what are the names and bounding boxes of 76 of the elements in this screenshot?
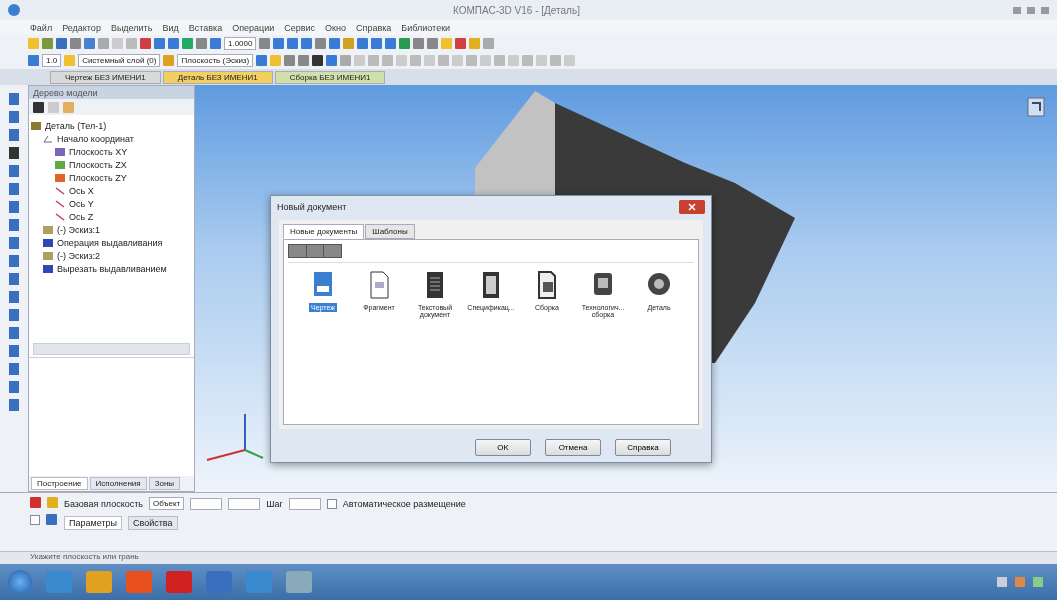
window-title: КОМПАС-3D V16 - [Деталь] <box>453 4 580 16</box>
taskbar-app-icon[interactable] <box>166 571 192 593</box>
sketch-icon <box>43 225 53 234</box>
menu-item[interactable]: Сервис <box>284 22 316 33</box>
operation-icon <box>43 264 53 273</box>
close-icon[interactable] <box>679 200 705 214</box>
start-button[interactable] <box>8 570 32 594</box>
menu-item[interactable]: Файл <box>30 22 53 33</box>
maximize-icon[interactable] <box>1027 6 1035 14</box>
tree-item[interactable]: Ось X <box>69 185 94 196</box>
tree-item[interactable]: (-) Эскиз:1 <box>57 224 101 235</box>
menu-item[interactable]: Библиотеки <box>401 22 451 33</box>
taskbar-app-icon[interactable] <box>246 571 272 593</box>
operation-icon <box>43 238 53 247</box>
view-cube-icon[interactable] <box>1027 97 1045 117</box>
taskbar-app-icon[interactable] <box>86 571 112 593</box>
object-field[interactable]: Объект <box>149 497 185 510</box>
document-tab[interactable]: Сборка БЕЗ ИМЕНИ1 <box>274 71 386 84</box>
tree-item[interactable]: Плоскость XY <box>69 146 128 157</box>
tree-item[interactable]: (-) Эскиз:2 <box>57 250 101 261</box>
tree-item[interactable]: Вырезать выдавливанием <box>57 263 167 274</box>
checkbox[interactable] <box>326 498 337 509</box>
taskbar-app-icon[interactable] <box>206 571 232 593</box>
menu-item[interactable]: Операции <box>232 22 275 33</box>
menu-item[interactable]: Окно <box>325 22 347 33</box>
close-icon[interactable] <box>1041 6 1049 14</box>
auto-placement-label: Автоматическое размещение <box>342 498 466 509</box>
dialog-tab[interactable]: Новые документы <box>283 224 365 239</box>
panel-title: Дерево модели <box>33 87 98 98</box>
checkbox[interactable] <box>30 514 40 525</box>
menu-item[interactable]: Вставка <box>188 22 223 33</box>
axis-triad-icon <box>205 412 265 462</box>
taskbar-app-icon[interactable] <box>126 571 152 593</box>
taskbar-app-icon[interactable] <box>46 571 72 593</box>
panel-tab[interactable]: Построение <box>31 477 88 490</box>
properties-tab[interactable]: Свойства <box>128 516 178 530</box>
dialog-title: Новый документ <box>277 202 347 212</box>
menu-item[interactable]: Выделить <box>110 22 153 33</box>
dialog-tab[interactable]: Шаблоны <box>365 224 415 239</box>
tree-item[interactable]: Ось Y <box>69 198 94 209</box>
tree-item[interactable]: Деталь (Тел-1) <box>45 120 107 131</box>
scrollbar[interactable] <box>33 343 190 355</box>
tree-item[interactable]: Плоскость ZX <box>69 159 127 170</box>
tree-item[interactable]: Начало координат <box>57 133 134 144</box>
tree-item[interactable]: Операция выдавливания <box>57 237 163 248</box>
origin-icon <box>43 134 53 143</box>
minimize-icon[interactable] <box>1013 6 1021 14</box>
tree-item[interactable]: Плоскость ZY <box>69 172 127 183</box>
document-tab[interactable]: Чертеж БЕЗ ИМЕНИ1 <box>50 71 161 84</box>
dialog-button[interactable]: Отмена <box>545 439 601 456</box>
base-plane-label: Базовая плоскость <box>64 498 143 509</box>
menu-item[interactable]: Вид <box>162 22 179 33</box>
dialog-button[interactable]: OK <box>475 439 531 456</box>
taskbar-app-icon[interactable] <box>286 571 312 593</box>
menu-item[interactable]: Справка <box>356 22 392 33</box>
step-field[interactable]: 1.0 <box>42 54 62 67</box>
part-icon <box>31 121 41 130</box>
app-icon <box>8 4 20 16</box>
layer-field[interactable]: Системный слой (0) <box>78 54 161 67</box>
input-field[interactable] <box>288 497 321 510</box>
panel-tab[interactable]: Зоны <box>148 477 181 490</box>
panel-tab[interactable]: Исполнения <box>89 477 147 490</box>
dialog-button[interactable]: Справка <box>615 439 671 456</box>
scale-field[interactable]: 1.0000 <box>224 37 257 50</box>
menu-item[interactable]: Редактор <box>62 22 101 33</box>
tree-item[interactable]: Ось Z <box>69 211 94 222</box>
document-tab[interactable]: Деталь БЕЗ ИМЕНИ1 <box>162 71 273 84</box>
step-label: Шаг <box>266 498 283 509</box>
input-field[interactable] <box>228 497 261 510</box>
properties-tab[interactable]: Параметры <box>64 516 122 530</box>
sketch-icon <box>43 251 53 260</box>
tool-icon[interactable] <box>312 55 324 66</box>
input-field[interactable] <box>190 497 223 510</box>
view-field[interactable]: Плоскость (Эскиз) <box>177 54 254 67</box>
view-mode-toolbar[interactable] <box>288 244 342 258</box>
status-text: Укажите плоскость или грань <box>30 552 139 561</box>
